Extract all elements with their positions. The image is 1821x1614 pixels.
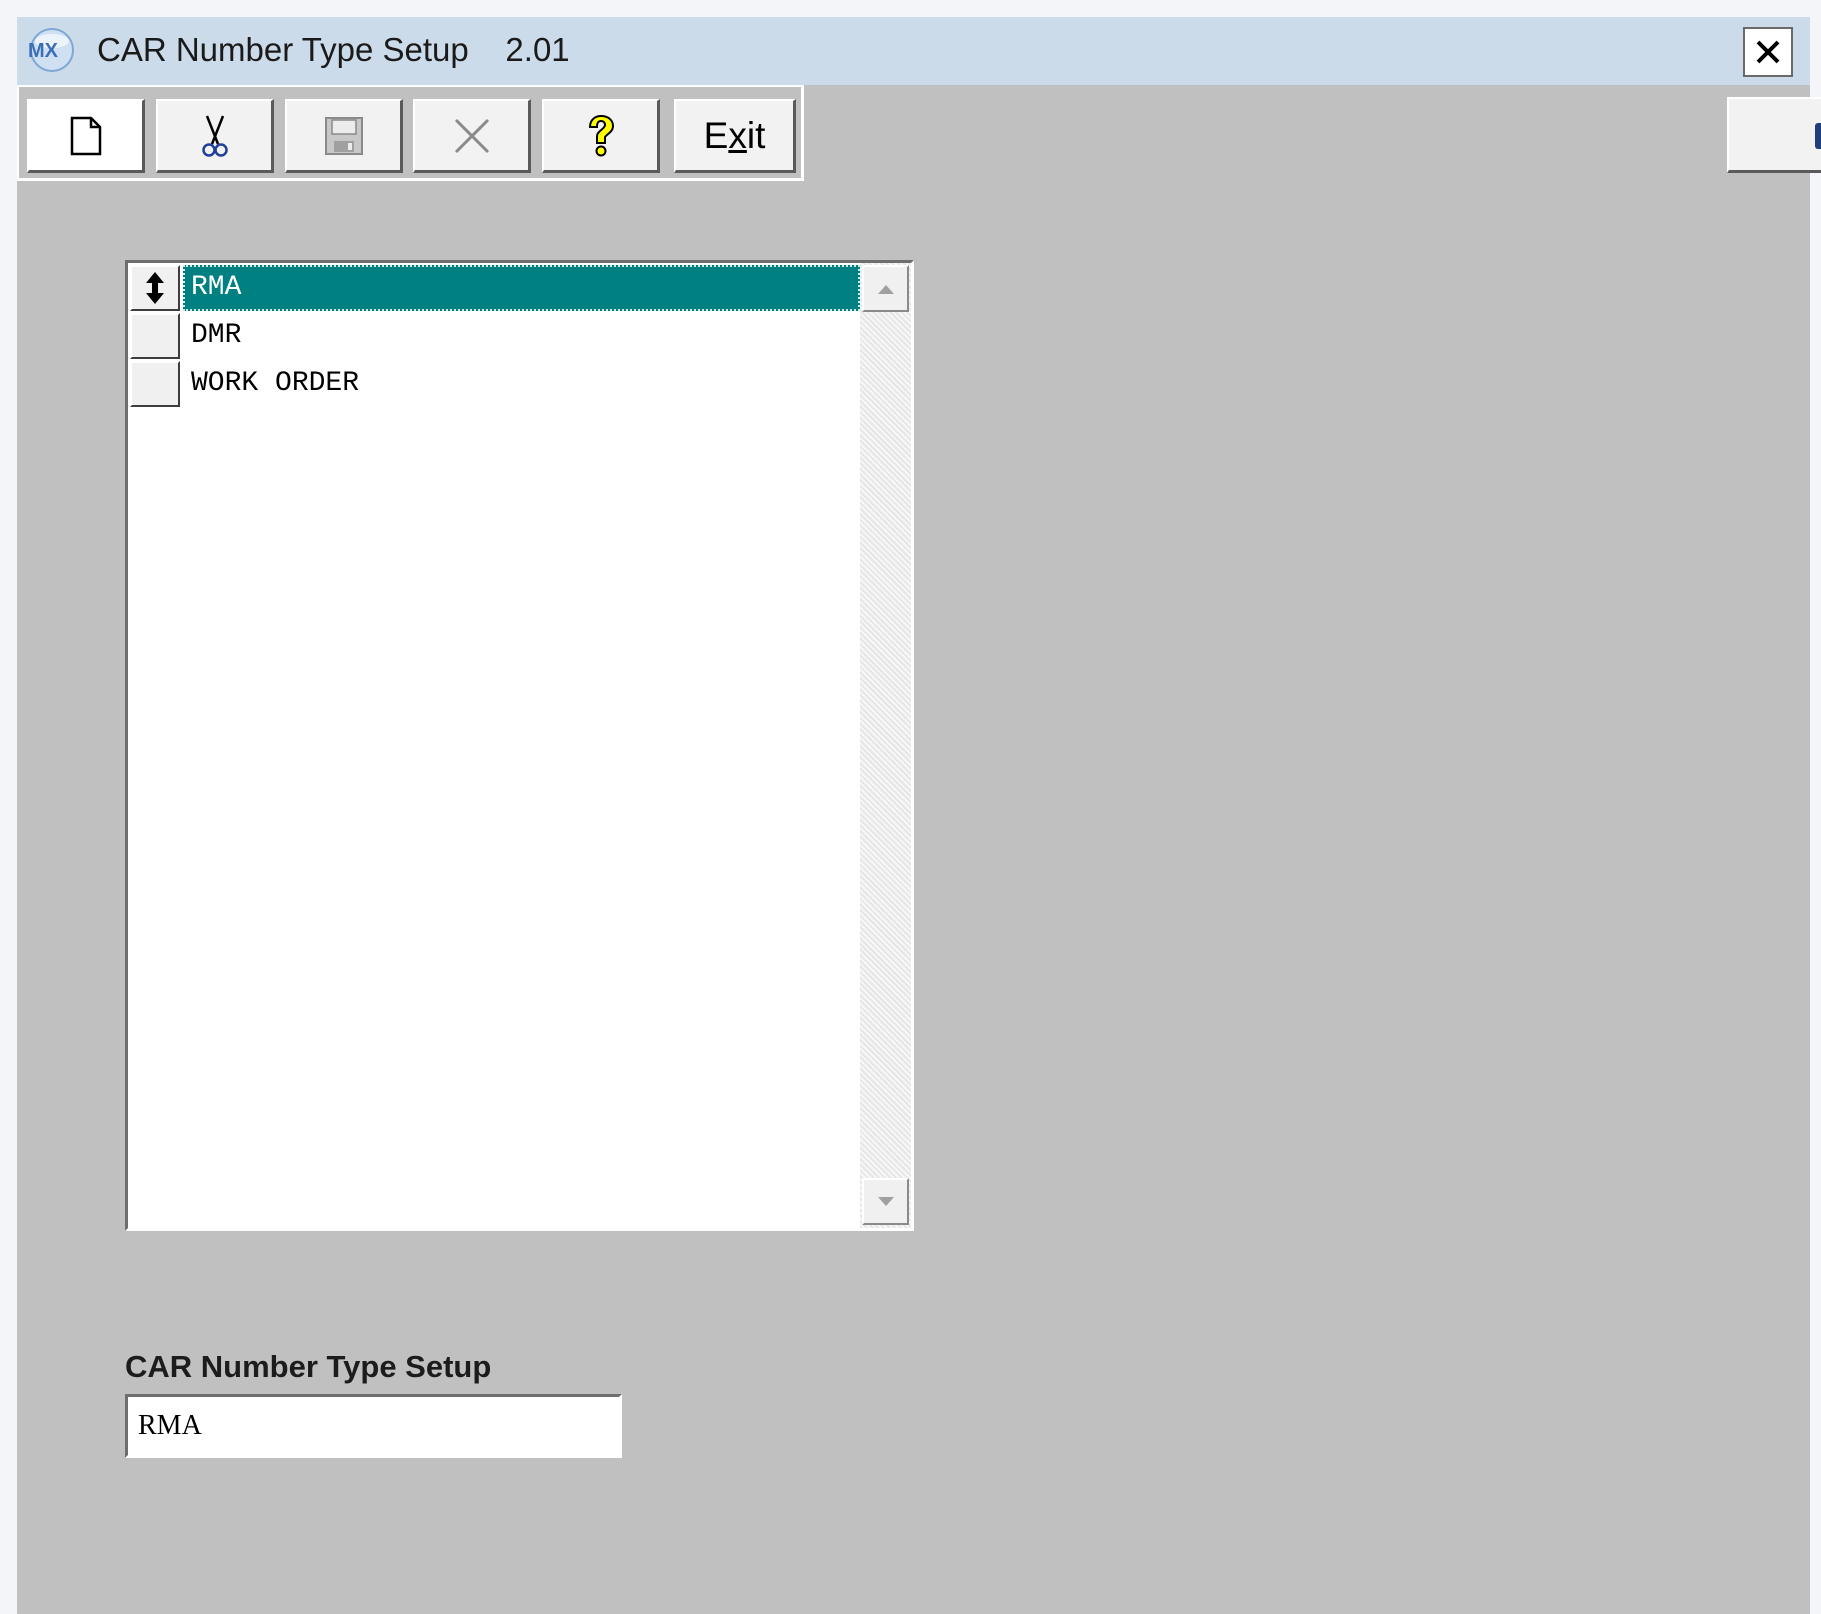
window-title: CAR Number Type Setup 2.01 [97, 31, 570, 68]
table-row[interactable]: DMR [128, 313, 860, 361]
title-bar[interactable]: MX CAR Number Type Setup 2.01 [17, 17, 1810, 85]
new-document-icon [70, 116, 101, 155]
close-button[interactable] [1743, 27, 1793, 77]
help-button[interactable] [542, 99, 660, 173]
cut-button[interactable] [156, 99, 274, 173]
type-list-grid[interactable]: RMA DMR WORK ORDER [125, 260, 914, 1231]
close-icon [1756, 40, 1780, 64]
row-selector[interactable] [130, 265, 180, 311]
row-value-cell[interactable]: DMR [183, 313, 860, 359]
row-current-indicator-icon [146, 272, 164, 304]
app-logo-icon: MX [28, 28, 74, 72]
window-version: 2.01 [505, 31, 570, 68]
svg-text:MX: MX [28, 40, 59, 62]
cut-icon [201, 115, 228, 157]
field-label: CAR Number Type Setup [125, 1349, 492, 1384]
row-value-cell[interactable]: RMA [183, 265, 860, 311]
row-value-cell[interactable]: WORK ORDER [183, 361, 860, 407]
delete-icon [454, 118, 489, 153]
new-button[interactable] [27, 99, 145, 173]
row-selector[interactable] [130, 361, 180, 407]
chevron-up-icon [877, 284, 894, 294]
chevron-down-icon [877, 1196, 894, 1206]
save-button[interactable] [285, 99, 403, 173]
car-number-type-input[interactable] [125, 1394, 622, 1458]
scroll-up-button[interactable] [862, 265, 909, 312]
toolbar: Exit [17, 85, 804, 181]
table-row[interactable]: RMA [128, 265, 860, 313]
app-window: MX CAR Number Type Setup 2.01 Exit RMA D… [17, 17, 1821, 1614]
table-row[interactable]: WORK ORDER [128, 361, 860, 409]
help-icon [588, 114, 614, 156]
exit-button[interactable]: Exit [674, 99, 796, 173]
save-icon [324, 116, 363, 155]
vertical-scrollbar[interactable] [860, 263, 911, 1228]
row-selector[interactable] [130, 313, 180, 359]
info-button[interactable] [1727, 97, 1821, 173]
delete-button[interactable] [413, 99, 531, 173]
exit-label: Exit [703, 114, 766, 156]
info-icon [1815, 123, 1821, 149]
scroll-down-button[interactable] [862, 1178, 909, 1225]
